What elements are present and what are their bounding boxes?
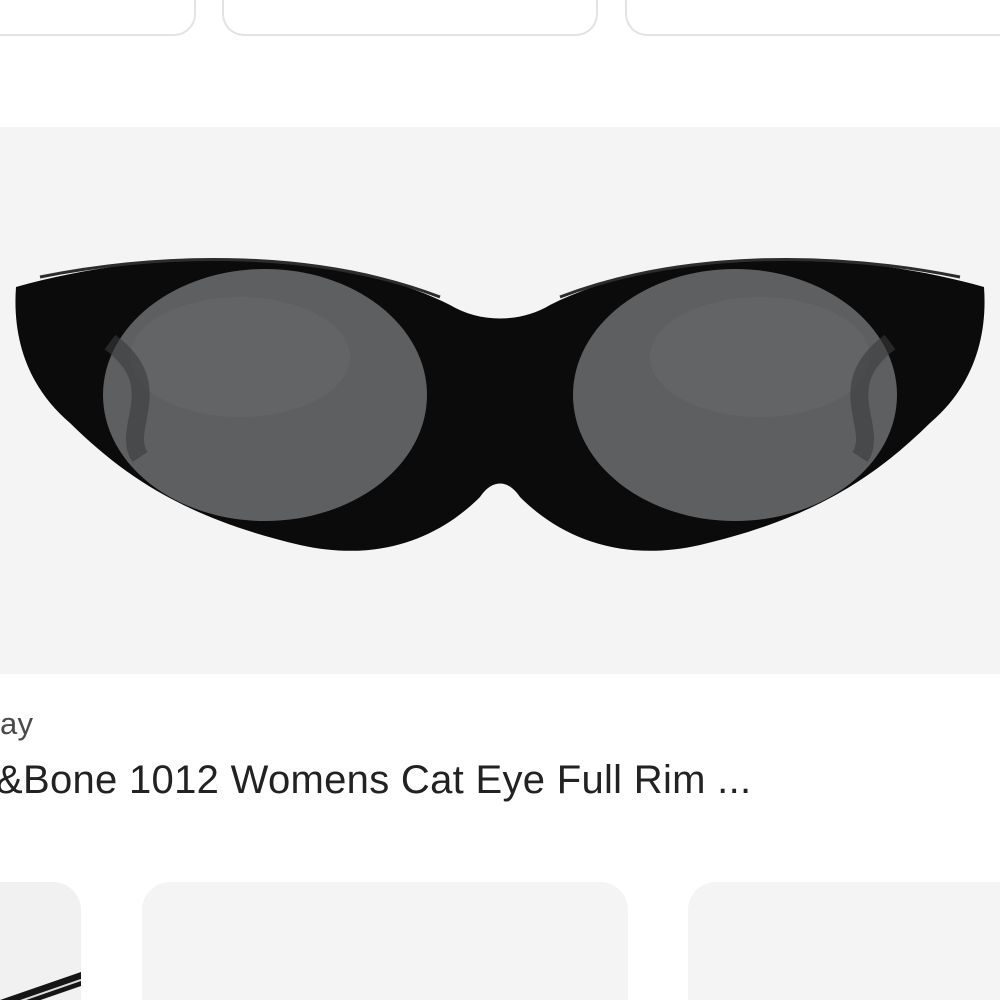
results-page: ay &Bone 1012 Womens Cat Eye Full Rim ..…: [0, 0, 1000, 1000]
sunglasses-image: [15, 257, 985, 551]
top-result-card[interactable]: [625, 0, 1000, 36]
top-result-card[interactable]: [0, 0, 196, 36]
product-image[interactable]: [0, 127, 1000, 674]
top-result-card[interactable]: [222, 0, 598, 36]
result-title[interactable]: &Bone 1012 Womens Cat Eye Full Rim ...: [0, 758, 751, 803]
result-source: ay: [0, 706, 34, 741]
next-result-card[interactable]: [688, 882, 1000, 1000]
next-result-card[interactable]: [142, 882, 628, 1000]
sunglasses-thumbnail: [0, 972, 82, 1000]
next-result-card[interactable]: [0, 882, 82, 1000]
